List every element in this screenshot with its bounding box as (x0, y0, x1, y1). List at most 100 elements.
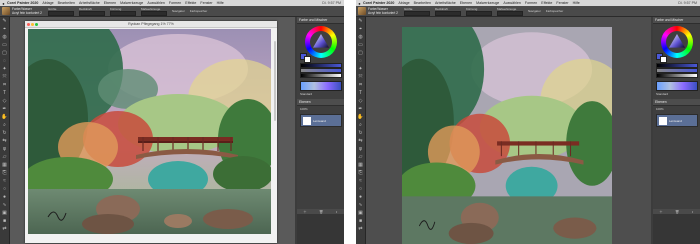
brushes-control[interactable]: Malwerkzeuge (496, 7, 523, 16)
apple-icon[interactable]: ● (0, 1, 7, 6)
brush-selector-icon[interactable] (358, 7, 366, 15)
composite-row[interactable]: 100% (656, 107, 696, 111)
zoom-icon[interactable]: ⌕ (357, 122, 364, 129)
pen-icon[interactable]: ✒ (1, 106, 8, 113)
menu-shapes[interactable]: Formen (525, 1, 537, 5)
document-window[interactable]: Ryokan Pflegegang 1% 77% (25, 21, 277, 243)
opacity-field[interactable] (78, 10, 105, 16)
minimize-icon[interactable] (31, 22, 34, 26)
zoom-icon[interactable]: ⌕ (1, 122, 8, 129)
text-icon[interactable]: T (1, 90, 8, 97)
menu-edit[interactable]: Bearbeiten (414, 1, 431, 5)
color-triangle[interactable] (669, 34, 685, 48)
panel-title[interactable]: Farbe und Mischer (297, 17, 344, 24)
grain-control[interactable]: Körnung (465, 7, 492, 16)
menu-select[interactable]: Auswählen (503, 1, 521, 5)
painting-canvas[interactable] (28, 29, 271, 234)
secondary-color-swatch[interactable] (304, 56, 311, 63)
crop-icon[interactable]: ⌗ (1, 82, 8, 89)
menu-help[interactable]: Hilfe (573, 1, 580, 5)
mix-row[interactable]: Standard (656, 92, 696, 96)
menu-brushes[interactable]: Malwerkzeuge (476, 1, 499, 5)
mask-icon[interactable]: ◐ (336, 210, 338, 214)
menu-effects[interactable]: Effekte (541, 1, 552, 5)
color-set-control[interactable]: Farbspeicher (190, 9, 208, 13)
app-name[interactable]: Corel Painter 2020 (363, 1, 394, 5)
divine-proportion-icon[interactable]: φ (1, 146, 8, 153)
vertical-scrollbar[interactable] (274, 41, 276, 121)
grabber-icon[interactable]: ✋ (357, 114, 364, 121)
layout-grid-icon[interactable]: ▦ (1, 162, 8, 169)
layer-row[interactable]: Leinwand (656, 114, 698, 127)
menu-layers[interactable]: Ebenen (460, 1, 472, 5)
panel-title[interactable]: Farbe und Mischer (653, 17, 700, 24)
composite-row[interactable]: 100% (300, 107, 340, 111)
shape-icon[interactable]: ◇ (1, 98, 8, 105)
dropper-icon[interactable]: ⌖ (357, 26, 364, 33)
mirror-icon[interactable]: ⇆ (357, 138, 364, 145)
menu-brushes[interactable]: Malwerkzeuge (120, 1, 143, 5)
eraser-icon[interactable]: ▭ (1, 42, 8, 49)
brush-icon[interactable]: ✎ (1, 18, 8, 25)
trash-icon[interactable]: 🗑 (319, 210, 323, 214)
wand-icon[interactable]: ✦ (1, 66, 8, 73)
fill-icon[interactable]: ◍ (1, 34, 8, 41)
menu-window[interactable]: Fenster (200, 1, 212, 5)
burn-icon[interactable]: ● (357, 194, 364, 201)
value-slider[interactable] (656, 73, 698, 78)
dodge-icon[interactable]: ○ (1, 186, 8, 193)
menu-window[interactable]: Fenster (556, 1, 568, 5)
canvas-area[interactable]: Ryokan Pflegegang 1% 77% (10, 17, 295, 244)
blend-icon[interactable]: ≈ (357, 178, 364, 185)
menu-help[interactable]: Hilfe (217, 1, 224, 5)
brushes-control[interactable]: Malwerkzeuge (140, 7, 167, 16)
menu-canvas[interactable]: Arbeitsfläche (435, 1, 456, 5)
layers-title[interactable]: Ebenen (653, 99, 700, 106)
opacity-control[interactable]: Deckkraft (434, 7, 461, 16)
clone-icon[interactable]: ⎘ (1, 170, 8, 177)
size-field[interactable] (403, 10, 430, 16)
select-rect-icon[interactable]: ▢ (1, 50, 8, 57)
lasso-icon[interactable]: ◌ (1, 58, 8, 65)
apple-icon[interactable]: ● (356, 1, 363, 6)
brush-selector-icon[interactable] (2, 7, 10, 15)
grain-control[interactable]: Körnung (109, 7, 136, 16)
clone-icon[interactable]: ⎘ (357, 170, 364, 177)
perspective-icon[interactable]: ▱ (357, 154, 364, 161)
swap-icon[interactable]: ⇄ (357, 226, 364, 233)
trash-icon[interactable]: 🗑 (675, 210, 679, 214)
stamp-icon[interactable]: ▣ (1, 210, 8, 217)
mixer-strip[interactable] (656, 81, 698, 91)
layout-grid-icon[interactable]: ▦ (357, 162, 364, 169)
grabber-icon[interactable]: ✋ (1, 114, 8, 121)
crop-icon[interactable]: ⌗ (357, 82, 364, 89)
color-icon[interactable]: ■ (357, 218, 364, 225)
divine-proportion-icon[interactable]: φ (357, 146, 364, 153)
burn-icon[interactable]: ● (1, 194, 8, 201)
fill-icon[interactable]: ◍ (357, 34, 364, 41)
liquify-icon[interactable]: ∿ (357, 202, 364, 209)
navigator-control[interactable]: Navigator (172, 9, 185, 13)
swap-icon[interactable]: ⇄ (1, 226, 8, 233)
grain-field[interactable] (109, 10, 136, 16)
mirror-icon[interactable]: ⇆ (1, 138, 8, 145)
liquify-icon[interactable]: ∿ (1, 202, 8, 209)
size-field[interactable] (47, 10, 74, 16)
menu-file[interactable]: Ablage (398, 1, 409, 5)
secondary-color-swatch[interactable] (660, 56, 667, 63)
mask-icon[interactable]: ◐ (692, 210, 694, 214)
wand-icon[interactable]: ✦ (357, 66, 364, 73)
size-control[interactable]: Größe (403, 7, 430, 16)
brush-info[interactable]: Farbe/Wasser Acryl fein konturiert 2 (12, 7, 42, 15)
perspective-icon[interactable]: ▱ (1, 154, 8, 161)
brushes-field[interactable] (140, 10, 167, 16)
rotate-icon[interactable]: ↻ (1, 130, 8, 137)
shape-icon[interactable]: ◇ (357, 98, 364, 105)
mix-row[interactable]: Standard (300, 92, 340, 96)
menu-select[interactable]: Auswählen (147, 1, 165, 5)
brush-icon[interactable]: ✎ (357, 18, 364, 25)
text-icon[interactable]: T (357, 90, 364, 97)
size-control[interactable]: Größe (47, 7, 74, 16)
dropper-icon[interactable]: ⌖ (1, 26, 8, 33)
grain-field[interactable] (465, 10, 492, 16)
